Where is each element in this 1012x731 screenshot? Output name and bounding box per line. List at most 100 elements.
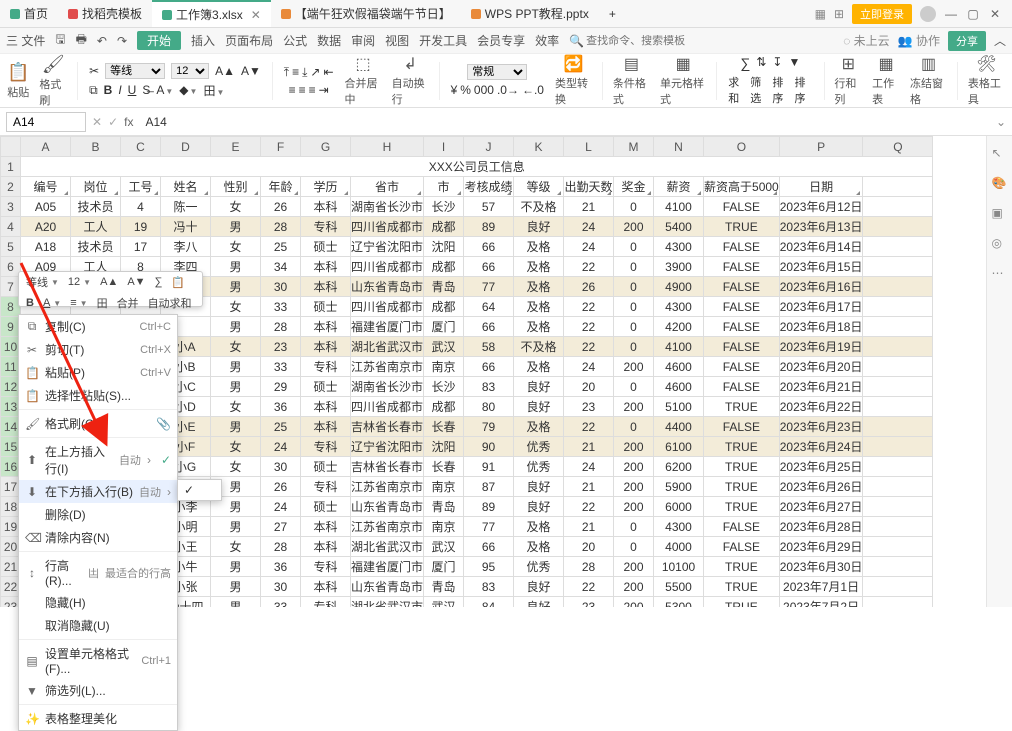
row-header[interactable]: 4 — [1, 217, 21, 237]
worksheet-button[interactable]: ▦工作表 — [869, 54, 903, 108]
field-header[interactable]: 省市 — [351, 177, 424, 197]
cell[interactable]: 2023年6月19日 — [779, 337, 863, 357]
cell[interactable]: FALSE — [704, 277, 780, 297]
cell[interactable]: FALSE — [704, 237, 780, 257]
cell[interactable]: A20 — [21, 217, 71, 237]
cell[interactable]: 辽宁省沈阳市 — [351, 237, 424, 257]
cell[interactable]: FALSE — [704, 377, 780, 397]
cell[interactable]: 84 — [464, 597, 514, 608]
cell[interactable]: 26 — [564, 277, 614, 297]
menu-insert[interactable]: 插入 — [191, 32, 215, 49]
cell[interactable]: 四川省成都市 — [351, 297, 424, 317]
cell[interactable]: 2023年6月25日 — [779, 457, 863, 477]
col-header-P[interactable]: P — [779, 137, 863, 157]
cell[interactable]: 及格 — [514, 237, 564, 257]
cell[interactable]: 青岛 — [424, 577, 464, 597]
cell[interactable]: TRUE — [704, 557, 780, 577]
mini-border[interactable]: 田 — [94, 294, 111, 312]
cell[interactable]: 本科 — [301, 277, 351, 297]
file-menu[interactable]: 三 文件 — [6, 32, 45, 49]
cell[interactable]: 2023年6月24日 — [779, 437, 863, 457]
col-header-M[interactable]: M — [614, 137, 654, 157]
title-cell[interactable]: XXX公司员工信息 — [21, 157, 933, 177]
wrap-button[interactable]: ↲自动换行 — [389, 54, 432, 108]
cell[interactable]: TRUE — [704, 497, 780, 517]
fx-icon[interactable]: fx — [124, 115, 133, 129]
cell[interactable]: 良好 — [514, 577, 564, 597]
cell[interactable]: 20 — [564, 377, 614, 397]
filter-arrow-icon[interactable] — [417, 191, 421, 195]
cell[interactable]: 优秀 — [514, 437, 564, 457]
cell[interactable]: 成都 — [424, 217, 464, 237]
cell[interactable]: TRUE — [704, 397, 780, 417]
cell[interactable]: 200 — [614, 497, 654, 517]
col-header-D[interactable]: D — [161, 137, 211, 157]
paste-button[interactable]: 📋粘贴 — [4, 60, 32, 102]
cell[interactable]: 26 — [261, 197, 301, 217]
ctx-filter-col[interactable]: ▼筛选列(L)... — [19, 679, 177, 702]
cell[interactable]: 0 — [614, 277, 654, 297]
col-header-L[interactable]: L — [564, 137, 614, 157]
mini-fontcolor[interactable]: A▼ — [40, 296, 64, 310]
cell[interactable]: 4300 — [654, 237, 704, 257]
cell[interactable]: 5500 — [654, 577, 704, 597]
cell[interactable]: FALSE — [704, 537, 780, 557]
cell[interactable]: 沈阳 — [424, 237, 464, 257]
cell[interactable]: FALSE — [704, 257, 780, 277]
field-header[interactable]: 市 — [424, 177, 464, 197]
filter-arrow-icon[interactable] — [154, 191, 158, 195]
field-header[interactable]: 编号 — [21, 177, 71, 197]
cell[interactable]: 21 — [564, 437, 614, 457]
cell[interactable]: 女 — [211, 537, 261, 557]
expand-formula-icon[interactable]: ⌄ — [996, 115, 1006, 129]
cell[interactable]: 5400 — [654, 217, 704, 237]
shrink-font-icon[interactable]: A▼ — [241, 64, 261, 78]
align-mid-icon[interactable]: ≡ — [292, 65, 299, 80]
cell[interactable]: 专科 — [301, 217, 351, 237]
align-top-icon[interactable]: ⤒ — [284, 65, 289, 80]
cell[interactable]: 及格 — [514, 277, 564, 297]
mini-sum-button[interactable]: ∑ — [152, 275, 166, 289]
cell[interactable]: 优秀 — [514, 457, 564, 477]
cell[interactable]: 本科 — [301, 317, 351, 337]
row-col-button[interactable]: ⊞行和列 — [831, 54, 865, 108]
cell[interactable]: 不及格 — [514, 197, 564, 217]
cell[interactable]: 4600 — [654, 377, 704, 397]
cell[interactable]: 本科 — [301, 397, 351, 417]
cancel-icon[interactable]: ✕ — [92, 115, 102, 129]
filter-button[interactable]: ▼ — [788, 55, 800, 71]
cell[interactable]: 辽宁省沈阳市 — [351, 437, 424, 457]
cell[interactable]: 南京 — [424, 517, 464, 537]
cell[interactable]: 青岛 — [424, 277, 464, 297]
cell[interactable]: 男 — [211, 257, 261, 277]
cell[interactable]: 2023年6月22日 — [779, 397, 863, 417]
cell[interactable]: 陈一 — [161, 197, 211, 217]
field-header[interactable]: 工号 — [121, 177, 161, 197]
cell[interactable]: 66 — [464, 537, 514, 557]
cell[interactable]: 27 — [261, 517, 301, 537]
col-header-N[interactable]: N — [654, 137, 704, 157]
col-header-B[interactable]: B — [71, 137, 121, 157]
cell[interactable]: 5100 — [654, 397, 704, 417]
qa-save-icon[interactable]: 🖫 — [55, 30, 65, 51]
cell[interactable]: 24 — [564, 457, 614, 477]
select-all[interactable] — [1, 137, 21, 157]
cell[interactable]: 29 — [261, 377, 301, 397]
ctx-insert-above[interactable]: ⬆在上方插入行(I)自动›✓ — [19, 440, 177, 480]
cell[interactable]: 本科 — [301, 417, 351, 437]
cell[interactable]: 良好 — [514, 397, 564, 417]
cell[interactable]: 36 — [261, 557, 301, 577]
sp-select-icon[interactable]: ↖ — [992, 146, 1008, 162]
underline-button[interactable]: U — [128, 83, 137, 97]
cell[interactable]: 22 — [564, 257, 614, 277]
cell[interactable]: 2023年6月18日 — [779, 317, 863, 337]
field-header[interactable]: 年龄 — [261, 177, 301, 197]
cell[interactable]: 2023年6月29日 — [779, 537, 863, 557]
ctx-format-brush[interactable]: 🖌格式刷(O)📎 — [19, 412, 177, 435]
sp-style-icon[interactable]: 🎨 — [992, 176, 1008, 192]
field-header[interactable]: 学历 — [301, 177, 351, 197]
cell[interactable]: 200 — [614, 557, 654, 577]
cell[interactable]: 2023年7月1日 — [779, 577, 863, 597]
cell[interactable]: 66 — [464, 317, 514, 337]
cell[interactable]: 南京 — [424, 357, 464, 377]
